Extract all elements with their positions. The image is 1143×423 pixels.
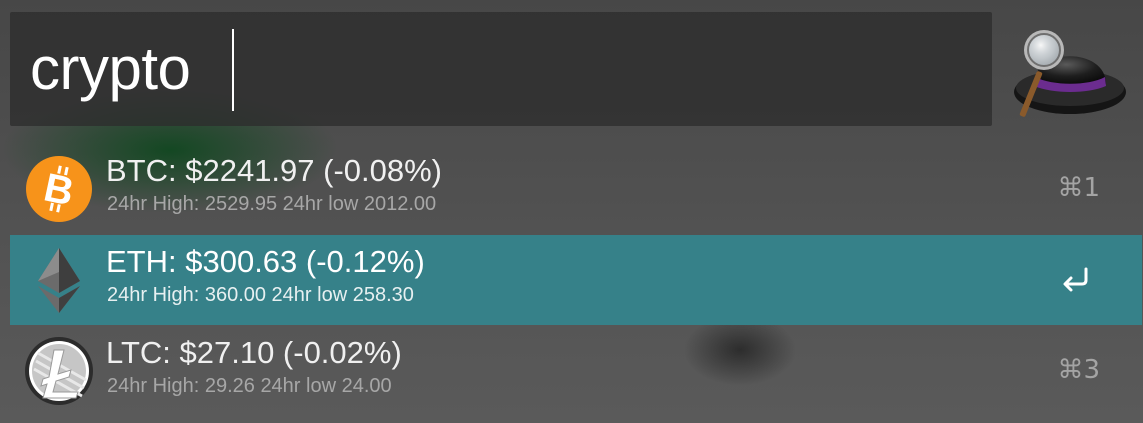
result-title: BTC: $2241.97 (-0.08%) xyxy=(106,153,443,188)
text-caret xyxy=(232,29,234,111)
return-icon xyxy=(1063,267,1088,292)
litecoin-icon xyxy=(25,337,93,405)
result-row-ltc[interactable]: LTC: $27.10 (-0.02%) 24hr High: 29.26 24… xyxy=(10,326,1142,416)
result-title: ETH: $300.63 (-0.12%) xyxy=(106,244,425,279)
result-subtitle: 24hr High: 360.00 24hr low 258.30 xyxy=(107,284,414,306)
search-bar[interactable]: crypto xyxy=(10,12,992,126)
result-title: LTC: $27.10 (-0.02%) xyxy=(106,335,402,370)
result-row-eth[interactable]: ETH: $300.63 (-0.12%) 24hr High: 360.00 … xyxy=(10,235,1142,325)
shortcut-hint: ⌘1 xyxy=(1057,173,1100,203)
result-row-btc[interactable]: B BTC: $2241.97 (-0.08%) 24hr High: 2529… xyxy=(10,144,1142,234)
result-subtitle: 24hr High: 2529.95 24hr low 2012.00 xyxy=(107,193,437,215)
result-subtitle: 24hr High: 29.26 24hr low 24.00 xyxy=(107,375,392,397)
launcher-window: crypto B BTC: $2241.97 (-0.08%) 24hr Hig… xyxy=(0,0,1143,423)
ethereum-icon xyxy=(38,248,80,313)
shortcut-hint: ⌘3 xyxy=(1057,355,1100,385)
alfred-hat-logo-icon[interactable] xyxy=(1008,22,1128,122)
search-input[interactable]: crypto xyxy=(30,34,191,104)
bitcoin-icon: B xyxy=(26,156,92,222)
